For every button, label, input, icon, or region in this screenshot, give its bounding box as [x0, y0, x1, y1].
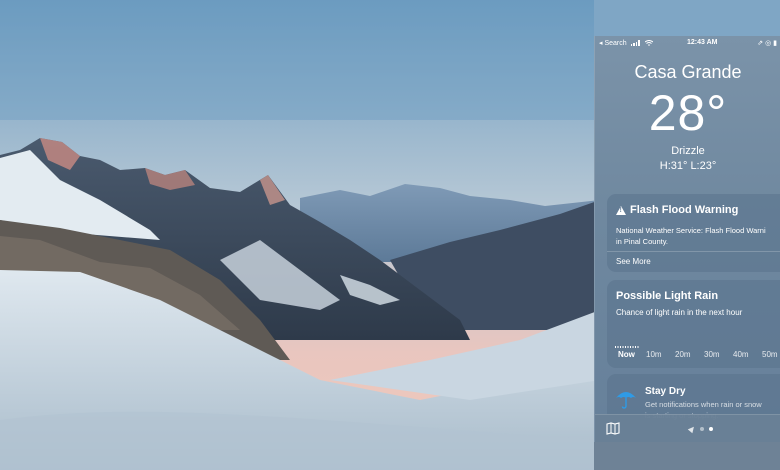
- status-indicator-icons: ⇗ ◎ ▮: [757, 40, 777, 47]
- warning-triangle-icon: [616, 205, 626, 215]
- see-more-link[interactable]: See More: [616, 257, 651, 266]
- signal-icon: [630, 40, 640, 46]
- precipitation-intensity-dots: [615, 346, 639, 348]
- wifi-icon: [644, 40, 653, 46]
- location-arrow-icon: [687, 424, 697, 434]
- alert-title-row: Flash Flood Warning: [616, 204, 738, 216]
- axis-label-30m: 30m: [704, 350, 720, 359]
- status-back-to-search[interactable]: ◂ Search: [599, 39, 653, 47]
- page-indicator[interactable]: [687, 424, 713, 434]
- stay-dry-line-1: Get notifications when rain or snow: [645, 400, 762, 409]
- city-name: Casa Grande: [634, 62, 742, 82]
- back-to-search-label[interactable]: ◂ Search: [599, 39, 627, 47]
- rain-card-subtitle: Chance of light rain in the next hour: [616, 308, 743, 317]
- umbrella-icon: [616, 392, 636, 409]
- alert-title: Flash Flood Warning: [630, 204, 739, 216]
- axis-label-20m: 20m: [675, 350, 691, 359]
- alert-body-line-2: in Pinal County.: [616, 237, 668, 246]
- axis-label-50m: 50m: [762, 350, 778, 359]
- alert-body: National Weather Service: Flash Flood Wa…: [616, 225, 780, 247]
- page-dot[interactable]: [700, 427, 704, 431]
- axis-label-now: Now: [618, 350, 635, 359]
- next-hour-precipitation-card[interactable]: Possible Light Rain Chance of light rain…: [607, 280, 780, 368]
- high-low-temperature: H:31° L:23°: [659, 160, 717, 172]
- weather-app-panel: ◂ Search 12:43 AM ⇗ ◎ ▮ Casa Grande 28° …: [594, 36, 780, 442]
- alert-divider: [607, 251, 780, 252]
- rain-card-title: Possible Light Rain: [616, 290, 719, 302]
- weather-condition: Drizzle: [671, 145, 705, 157]
- rain-time-axis: Now 10m 20m 30m 40m 50m: [615, 350, 780, 362]
- axis-label-40m: 40m: [733, 350, 749, 359]
- alert-body-line-1: National Weather Service: Flash Flood Wa…: [616, 226, 766, 235]
- map-icon[interactable]: [606, 422, 620, 435]
- stay-dry-title: Stay Dry: [645, 386, 686, 397]
- status-bar: ◂ Search 12:43 AM ⇗ ◎ ▮: [595, 36, 780, 50]
- current-temperature: 28°: [648, 85, 728, 141]
- flash-flood-warning-card[interactable]: Flash Flood Warning National Weather Ser…: [607, 194, 780, 272]
- axis-label-10m: 10m: [646, 350, 662, 359]
- page-dot-active[interactable]: [709, 427, 713, 431]
- status-time: 12:43 AM: [687, 39, 718, 46]
- bottom-toolbar: [595, 414, 780, 442]
